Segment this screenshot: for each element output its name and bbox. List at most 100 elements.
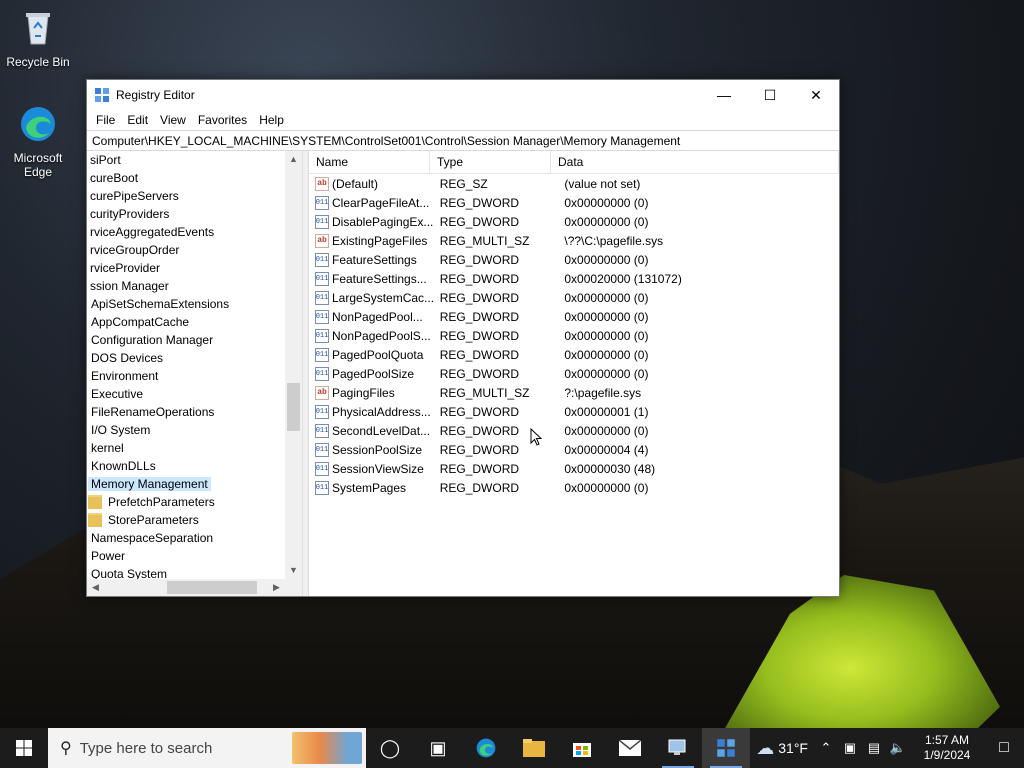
list-item[interactable]: ab (Default) REG_SZ (value not set) bbox=[309, 174, 839, 193]
taskbar-clock[interactable]: 1:57 AM 1/9/2024 bbox=[910, 733, 984, 763]
title-bar[interactable]: Registry Editor — ☐ ✕ bbox=[87, 80, 839, 110]
tree-item[interactable]: ssion Manager bbox=[87, 277, 285, 295]
taskbar-regedit-button[interactable] bbox=[702, 728, 750, 768]
list-item[interactable]: 011 SessionViewSize REG_DWORD 0x00000030 (4… bbox=[309, 459, 839, 478]
desktop-icon-recycle-bin[interactable]: Recycle Bin bbox=[0, 8, 76, 69]
taskbar-store-button[interactable] bbox=[558, 728, 606, 768]
taskbar-file-explorer-button[interactable] bbox=[510, 728, 558, 768]
cortana-circle-icon: ◯ bbox=[379, 737, 401, 758]
binary-value-icon: 011 bbox=[315, 461, 329, 476]
list-item[interactable]: 011 NonPagedPool... REG_DWORD 0x00000000 (0… bbox=[309, 307, 839, 326]
minimize-button[interactable]: — bbox=[701, 80, 747, 110]
column-header-name[interactable]: Name bbox=[309, 151, 430, 173]
column-header-data[interactable]: Data bbox=[551, 151, 839, 173]
tree-item[interactable]: PrefetchParameters bbox=[88, 493, 285, 511]
task-view-button[interactable]: ▣ bbox=[414, 728, 462, 768]
value-type: REG_MULTI_SZ bbox=[439, 233, 530, 248]
tree-item[interactable]: rviceGroupOrder bbox=[87, 241, 285, 259]
tree-item[interactable]: cureBoot bbox=[87, 169, 285, 187]
tree-item[interactable]: rviceProvider bbox=[87, 259, 285, 277]
cortana-button[interactable]: ◯ bbox=[366, 728, 414, 768]
scroll-up-icon[interactable]: ▲ bbox=[285, 151, 302, 168]
tree-item[interactable]: Power bbox=[88, 547, 285, 565]
list-item[interactable]: 011 SystemPages REG_DWORD 0x00000000 (0) bbox=[309, 478, 839, 497]
binary-value-icon: 011 bbox=[315, 423, 329, 438]
list-item[interactable]: 011 NonPagedPoolS... REG_DWORD 0x00000000 (… bbox=[309, 326, 839, 345]
value-name: SessionPoolSize bbox=[332, 442, 423, 457]
value-name-cell: 011 FeatureSettings... bbox=[309, 271, 433, 286]
list-item[interactable]: 011 LargeSystemCac... REG_DWORD 0x00000000 … bbox=[309, 288, 839, 307]
folder-icon bbox=[88, 513, 102, 527]
value-data: 0x00000000 (0) bbox=[564, 290, 649, 305]
tree-item[interactable]: kernel bbox=[88, 439, 285, 457]
tree-horizontal-scroll-thumb[interactable] bbox=[167, 581, 257, 594]
value-type: REG_DWORD bbox=[439, 347, 520, 362]
tree-item-label: Memory Management bbox=[88, 477, 211, 491]
scroll-right-icon[interactable]: ▶ bbox=[268, 579, 285, 596]
list-item[interactable]: 011 DisablePagingEx... REG_DWORD 0x00000000… bbox=[309, 212, 839, 231]
tree-item[interactable]: rviceAggregatedEvents bbox=[87, 223, 285, 241]
tree-vertical-scroll-thumb[interactable] bbox=[287, 383, 300, 431]
list-item[interactable]: 011 FeatureSettings REG_DWORD 0x00000000 (0… bbox=[309, 250, 839, 269]
menu-file[interactable]: File bbox=[90, 113, 121, 127]
tree-item[interactable]: DOS Devices bbox=[88, 349, 285, 367]
tree-item[interactable]: curityProviders bbox=[87, 205, 285, 223]
taskbar-search-box[interactable]: ⚲ Type here to search bbox=[48, 728, 366, 768]
column-header-type[interactable]: Type bbox=[430, 151, 551, 173]
menu-edit[interactable]: Edit bbox=[121, 113, 154, 127]
show-hidden-icons-chevron-icon[interactable]: ⌃ bbox=[814, 740, 838, 756]
menu-view[interactable]: View bbox=[154, 113, 192, 127]
list-item[interactable]: 011 PhysicalAddress... REG_DWORD 0x00000001… bbox=[309, 402, 839, 421]
tree-item[interactable]: StoreParameters bbox=[88, 511, 285, 529]
taskbar-mail-button[interactable] bbox=[606, 728, 654, 768]
meet-now-icon[interactable]: ▣ bbox=[838, 740, 862, 756]
value-type: REG_DWORD bbox=[439, 214, 520, 229]
tree-item[interactable]: Environment bbox=[88, 367, 285, 385]
list-item[interactable]: ab PagingFiles REG_MULTI_SZ ?:\pagefile.sys bbox=[309, 383, 839, 402]
tree-item[interactable]: Configuration Manager bbox=[88, 331, 285, 349]
string-value-icon: ab bbox=[315, 176, 329, 191]
tree-item-label: DOS Devices bbox=[91, 351, 164, 365]
tree-item[interactable]: ApiSetSchemaExtensions bbox=[88, 295, 285, 313]
maximize-icon: ☐ bbox=[763, 86, 777, 103]
taskbar-app-button[interactable] bbox=[654, 728, 702, 768]
desktop-icon-edge[interactable]: Microsoft Edge bbox=[0, 104, 76, 179]
tree-item[interactable]: I/O System bbox=[88, 421, 285, 439]
tree-horizontal-scrollbar[interactable]: ◀ ▶ bbox=[87, 579, 302, 596]
list-item[interactable]: 011 PagedPoolSize REG_DWORD 0x00000000 (0) bbox=[309, 364, 839, 383]
list-item[interactable]: 011 SecondLevelDat... REG_DWORD 0x00000000 … bbox=[309, 421, 839, 440]
tree-item[interactable]: NamespaceSeparation bbox=[88, 529, 285, 547]
tree-item[interactable]: Memory Management bbox=[88, 475, 285, 493]
tree-item[interactable]: Quota System bbox=[88, 565, 285, 579]
list-item[interactable]: 011 ClearPageFileAt... REG_DWORD 0x00000000… bbox=[309, 193, 839, 212]
tree-item[interactable]: Executive bbox=[88, 385, 285, 403]
binary-value-icon: 011 bbox=[315, 252, 329, 267]
menu-favorites[interactable]: Favorites bbox=[192, 113, 253, 127]
network-icon[interactable]: ▤ bbox=[862, 740, 886, 756]
tree-item[interactable]: AppCompatCache bbox=[88, 313, 285, 331]
notification-center-button[interactable]: □ bbox=[984, 739, 1024, 757]
window-title: Registry Editor bbox=[116, 88, 195, 102]
tree-item[interactable]: siPort bbox=[87, 151, 285, 169]
list-item[interactable]: 011 FeatureSettings... REG_DWORD 0x00020000… bbox=[309, 269, 839, 288]
scroll-left-icon[interactable]: ◀ bbox=[87, 579, 104, 596]
tree-item[interactable]: KnownDLLs bbox=[88, 457, 285, 475]
scroll-down-icon[interactable]: ▼ bbox=[285, 562, 302, 579]
tree-item[interactable]: curePipeServers bbox=[87, 187, 285, 205]
value-type: REG_DWORD bbox=[439, 328, 520, 343]
volume-muted-icon[interactable]: 🔈 bbox=[886, 740, 910, 756]
close-button[interactable]: ✕ bbox=[793, 80, 839, 110]
address-bar[interactable]: Computer\HKEY_LOCAL_MACHINE\SYSTEM\Contr… bbox=[87, 130, 839, 151]
computer-management-icon bbox=[668, 739, 686, 755]
list-item[interactable]: 011 PagedPoolQuota REG_DWORD 0x00000000 (0) bbox=[309, 345, 839, 364]
list-item[interactable]: ab ExistingPageFiles REG_MULTI_SZ \??\C:\pa… bbox=[309, 231, 839, 250]
start-button[interactable] bbox=[0, 728, 48, 768]
maximize-button[interactable]: ☐ bbox=[747, 80, 793, 110]
tree-item[interactable]: FileRenameOperations bbox=[88, 403, 285, 421]
list-item[interactable]: 011 SessionPoolSize REG_DWORD 0x00000004 (4… bbox=[309, 440, 839, 459]
weather-widget[interactable]: ☁ 31°F bbox=[750, 738, 814, 759]
value-data: 0x00000001 (1) bbox=[564, 404, 649, 419]
taskbar-edge-button[interactable] bbox=[462, 728, 510, 768]
tree-vertical-scrollbar[interactable]: ▲ ▼ bbox=[285, 151, 302, 579]
menu-help[interactable]: Help bbox=[253, 113, 290, 127]
